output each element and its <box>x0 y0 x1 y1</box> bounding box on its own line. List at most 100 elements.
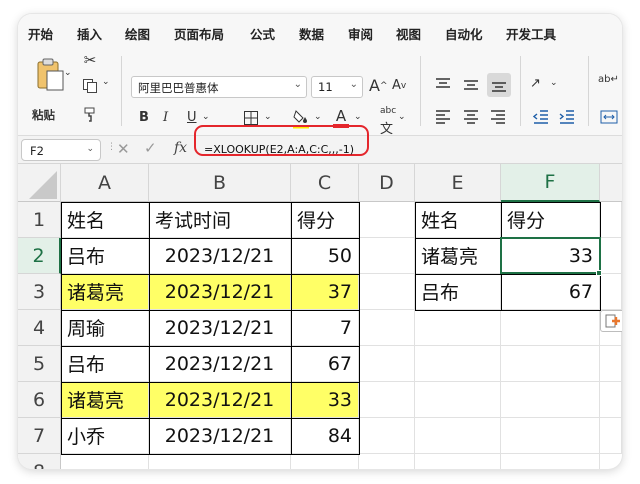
cell-a7[interactable]: 小乔 <box>61 418 149 454</box>
cell-f4[interactable] <box>501 310 600 346</box>
cell-b3[interactable]: 2023/12/21 <box>149 274 291 310</box>
insert-function-icon[interactable]: fx <box>174 140 187 156</box>
cell-a6[interactable]: 诸葛亮 <box>61 382 149 418</box>
fill-color-dropdown-icon[interactable]: ⌄ <box>314 112 322 122</box>
cell-a2[interactable]: 吕布 <box>61 238 149 274</box>
paste-options-button[interactable] <box>600 310 622 332</box>
confirm-icon[interactable]: ✓ <box>144 139 157 157</box>
font-size-select[interactable]: 11 ⌄ <box>311 76 363 98</box>
tab-data[interactable]: 数据 <box>299 24 324 43</box>
cell-b8[interactable] <box>149 454 291 469</box>
cell-g5[interactable] <box>600 346 622 382</box>
cell-c3[interactable]: 37 <box>291 274 359 310</box>
align-right-icon[interactable] <box>487 106 509 128</box>
cell-d8[interactable] <box>359 454 415 469</box>
align-top-icon[interactable] <box>432 74 454 96</box>
copy-icon[interactable] <box>80 76 100 96</box>
bold-button[interactable]: B <box>139 110 149 125</box>
row-header-3[interactable]: 3 <box>18 274 61 310</box>
column-header-a[interactable]: A <box>61 164 149 202</box>
tab-view[interactable]: 视图 <box>396 24 421 43</box>
cell-f2[interactable]: 33 <box>501 238 600 274</box>
column-header-b[interactable]: B <box>149 164 291 202</box>
paste-dropdown-icon[interactable]: ⌄ <box>64 68 72 78</box>
cell-g2[interactable] <box>600 238 622 274</box>
cell-a8[interactable] <box>61 454 149 469</box>
cell-a4[interactable]: 周瑜 <box>61 310 149 346</box>
cell-d4[interactable] <box>359 310 415 346</box>
cell-b4[interactable]: 2023/12/21 <box>149 310 291 346</box>
underline-button[interactable]: U <box>187 110 197 125</box>
cell-f3[interactable]: 67 <box>501 274 600 310</box>
tab-page-layout[interactable]: 页面布局 <box>174 24 224 43</box>
column-header-f[interactable]: F <box>501 164 600 202</box>
cell-f1[interactable]: 得分 <box>501 202 600 238</box>
cell-d7[interactable] <box>359 418 415 454</box>
row-header-8[interactable]: 8 <box>18 454 61 469</box>
column-header-c[interactable]: C <box>291 164 359 202</box>
tab-automate[interactable]: 自动化 <box>445 24 483 43</box>
paste-label[interactable]: 粘贴 <box>32 107 55 123</box>
phonetic-icon[interactable]: abc <box>380 106 396 116</box>
cell-g7[interactable] <box>600 418 622 454</box>
cell-g1[interactable] <box>600 202 622 238</box>
cell-d2[interactable] <box>359 238 415 274</box>
cell-e3[interactable]: 吕布 <box>415 274 501 310</box>
row-header-6[interactable]: 6 <box>18 382 61 418</box>
cell-b2[interactable]: 2023/12/21 <box>149 238 291 274</box>
tab-review[interactable]: 审阅 <box>348 24 373 43</box>
italic-button[interactable]: I <box>163 110 168 125</box>
row-header-4[interactable]: 4 <box>18 310 61 346</box>
cell-e6[interactable] <box>415 382 501 418</box>
tab-formulas[interactable]: 公式 <box>250 24 275 43</box>
align-middle-icon[interactable] <box>460 74 482 96</box>
cell-e7[interactable] <box>415 418 501 454</box>
copy-dropdown-icon[interactable]: ⌄ <box>102 77 110 87</box>
select-all-corner[interactable] <box>18 164 61 202</box>
borders-dropdown-icon[interactable]: ⌄ <box>264 112 272 122</box>
font-name-select[interactable]: 阿里巴巴普惠体 ⌄ <box>131 76 307 98</box>
tab-draw[interactable]: 绘图 <box>125 24 150 43</box>
underline-dropdown-icon[interactable]: ⌄ <box>202 112 210 122</box>
wrap-text-icon[interactable]: ab↵ <box>598 74 619 85</box>
cancel-icon[interactable]: ✕ <box>117 140 130 158</box>
cell-b6[interactable]: 2023/12/21 <box>149 382 291 418</box>
tab-home[interactable]: 开始 <box>28 24 54 49</box>
cell-d6[interactable] <box>359 382 415 418</box>
row-header-7[interactable]: 7 <box>18 418 61 454</box>
shrink-font-icon[interactable]: Av <box>392 78 406 93</box>
cell-e2[interactable]: 诸葛亮 <box>415 238 501 274</box>
align-left-icon[interactable] <box>432 106 454 128</box>
decrease-indent-icon[interactable] <box>530 106 552 128</box>
column-header-g[interactable] <box>600 164 622 202</box>
cell-d3[interactable] <box>359 274 415 310</box>
phonetic-dropdown-icon[interactable]: ⌄ <box>398 112 406 122</box>
formula-input[interactable]: =XLOOKUP(E2,A:A,C:C,,,-1) <box>204 143 354 156</box>
cell-f8[interactable] <box>501 454 600 469</box>
column-header-d[interactable]: D <box>359 164 415 202</box>
cell-e8[interactable] <box>415 454 501 469</box>
cell-c1[interactable]: 得分 <box>291 202 359 238</box>
increase-indent-icon[interactable] <box>556 106 578 128</box>
format-painter-icon[interactable] <box>80 104 100 124</box>
cell-f5[interactable] <box>501 346 600 382</box>
cell-c2[interactable]: 50 <box>291 238 359 274</box>
tab-developer[interactable]: 开发工具 <box>506 24 556 43</box>
cell-d5[interactable] <box>359 346 415 382</box>
font-color-dropdown-icon[interactable]: ⌄ <box>354 112 362 122</box>
cell-b7[interactable]: 2023/12/21 <box>149 418 291 454</box>
cell-e5[interactable] <box>415 346 501 382</box>
cell-f7[interactable] <box>501 418 600 454</box>
cut-icon[interactable]: ✂ <box>80 50 100 70</box>
column-header-e[interactable]: E <box>415 164 501 202</box>
row-header-5[interactable]: 5 <box>18 346 61 382</box>
cell-a5[interactable]: 吕布 <box>61 346 149 382</box>
cell-c4[interactable]: 7 <box>291 310 359 346</box>
cell-g3[interactable] <box>600 274 622 310</box>
cell-c7[interactable]: 84 <box>291 418 359 454</box>
name-box[interactable]: F2 ⌄ <box>21 139 101 161</box>
grow-font-icon[interactable]: A ^ <box>369 76 388 95</box>
cell-c5[interactable]: 67 <box>291 346 359 382</box>
cell-g6[interactable] <box>600 382 622 418</box>
align-bottom-icon[interactable] <box>487 73 511 97</box>
